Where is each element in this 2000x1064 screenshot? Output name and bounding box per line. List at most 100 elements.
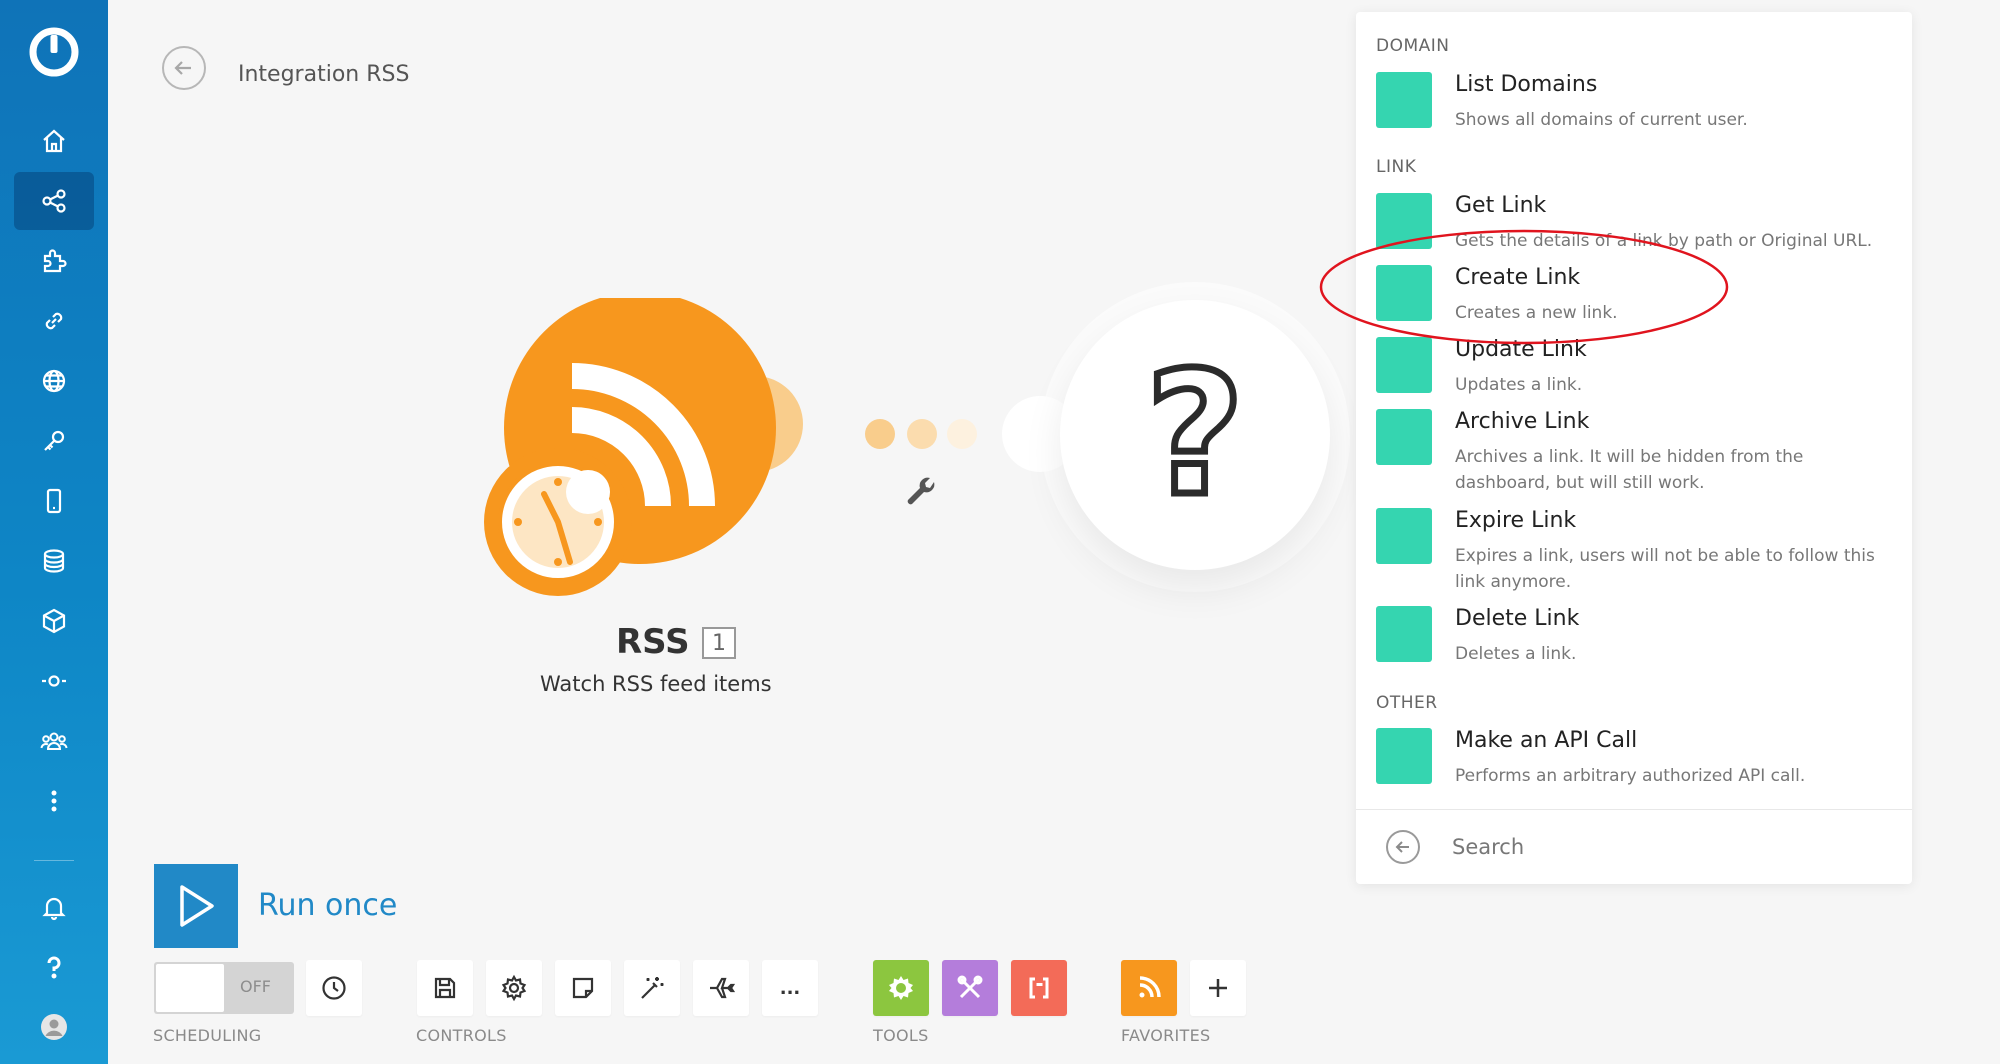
- tools-button[interactable]: [873, 960, 929, 1016]
- panel-footer: [1356, 809, 1912, 884]
- make-logo-icon[interactable]: [28, 26, 80, 78]
- action-title: Delete Link: [1455, 606, 1580, 631]
- airplane-icon: [710, 977, 735, 999]
- bell-icon: [42, 897, 66, 921]
- action-description: Performs an arbitrary authorized API cal…: [1455, 766, 1806, 786]
- node-icon: [42, 675, 66, 687]
- sidebar-item-scenarios[interactable]: [14, 172, 94, 230]
- help-icon: [47, 956, 61, 979]
- app-icon: [1376, 72, 1432, 128]
- sidebar: [0, 0, 108, 1064]
- sidebar-item-profile[interactable]: [14, 998, 94, 1056]
- save-button[interactable]: [417, 960, 473, 1016]
- action-title: Archive Link: [1455, 409, 1590, 434]
- explain-flow-button[interactable]: [693, 960, 749, 1016]
- run-once-button[interactable]: [154, 864, 238, 948]
- auto-align-button[interactable]: [624, 960, 680, 1016]
- action-description: Deletes a link.: [1455, 644, 1577, 664]
- sidebar-item-data-stores[interactable]: [14, 532, 94, 590]
- action-get-link[interactable]: Get Link Gets the details of a link by p…: [1376, 193, 1896, 263]
- app-icon: [1376, 193, 1432, 249]
- sidebar-item-team[interactable]: [14, 712, 94, 770]
- favorite-rss-button[interactable]: [1121, 960, 1177, 1016]
- action-create-link[interactable]: Create Link Creates a new link.: [1376, 265, 1896, 335]
- brackets-icon: [1029, 977, 1049, 999]
- group-header-domain: DOMAIN: [1376, 36, 1450, 56]
- settings-button[interactable]: [486, 960, 542, 1016]
- action-list-domains[interactable]: List Domains Shows all domains of curren…: [1376, 72, 1896, 142]
- action-expire-link[interactable]: Expire Link Expires a link, users will n…: [1376, 508, 1896, 600]
- more-vertical-icon: [51, 790, 57, 812]
- arrow-left-icon: [1395, 841, 1409, 853]
- sidebar-item-help[interactable]: [14, 938, 94, 996]
- text-parser-button[interactable]: [1011, 960, 1067, 1016]
- key-icon: [44, 430, 65, 451]
- action-description: Archives a link. It will be hidden from …: [1455, 447, 1804, 493]
- magic-wand-icon: [641, 977, 664, 999]
- globe-icon: [42, 369, 66, 393]
- action-title: Create Link: [1455, 265, 1581, 290]
- action-description: Gets the details of a link by path or Or…: [1455, 231, 1873, 251]
- section-label-controls: CONTROLS: [416, 1026, 507, 1045]
- rss-module[interactable]: [484, 298, 804, 598]
- wrench-icon[interactable]: [904, 476, 938, 510]
- team-icon: [40, 732, 68, 750]
- plus-icon: [1209, 979, 1227, 997]
- sidebar-item-more[interactable]: [14, 772, 94, 830]
- section-label-favorites: FAVORITES: [1121, 1026, 1211, 1045]
- home-icon: [43, 129, 65, 153]
- connections-icon: [45, 312, 63, 330]
- action-archive-link[interactable]: Archive Link Archives a link. It will be…: [1376, 409, 1896, 501]
- clock-icon: [322, 976, 346, 1000]
- sidebar-item-home[interactable]: [14, 112, 94, 170]
- sidebar-item-devices[interactable]: [14, 472, 94, 530]
- action-description: Expires a link, users will not be able t…: [1455, 546, 1875, 592]
- app-icon: [1376, 265, 1432, 321]
- avatar-icon: [41, 1014, 67, 1040]
- section-label-scheduling: SCHEDULING: [153, 1026, 262, 1045]
- app-icon: [1376, 606, 1432, 662]
- rss-icon: [1139, 976, 1161, 998]
- toggle-state: OFF: [240, 977, 271, 996]
- action-description: Updates a link.: [1455, 375, 1583, 395]
- add-favorite-button[interactable]: [1190, 960, 1246, 1016]
- apps-icon: [43, 249, 67, 273]
- more-controls-button[interactable]: ...: [762, 960, 818, 1016]
- schedule-settings-button[interactable]: [306, 960, 362, 1016]
- action-title: List Domains: [1455, 72, 1598, 97]
- module-number-badge: 1: [702, 627, 736, 659]
- sidebar-item-flow[interactable]: [14, 652, 94, 710]
- action-delete-link[interactable]: Delete Link Deletes a link.: [1376, 606, 1896, 676]
- sidebar-item-notifications[interactable]: [14, 878, 94, 936]
- back-button[interactable]: [162, 46, 206, 90]
- search-input[interactable]: [1452, 826, 1872, 868]
- action-update-link[interactable]: Update Link Updates a link.: [1376, 337, 1896, 407]
- module-name: RSS: [616, 622, 690, 662]
- arrow-left-icon: [174, 61, 191, 75]
- crossed-tools-icon: [957, 975, 983, 999]
- sidebar-item-data-structures[interactable]: [14, 592, 94, 650]
- flow-control-button[interactable]: [942, 960, 998, 1016]
- section-label-tools: TOOLS: [873, 1026, 929, 1045]
- toggle-knob: [156, 964, 224, 1012]
- group-header-link: LINK: [1376, 157, 1417, 177]
- notes-button[interactable]: [555, 960, 611, 1016]
- route-connector[interactable]: [792, 388, 982, 508]
- panel-back-button[interactable]: [1386, 830, 1420, 864]
- save-icon: [434, 977, 456, 999]
- scheduling-toggle[interactable]: OFF: [154, 962, 294, 1014]
- question-mark-icon: ?: [1142, 336, 1248, 534]
- note-icon: [572, 977, 594, 999]
- action-title: Expire Link: [1455, 508, 1577, 533]
- sidebar-item-keys[interactable]: [14, 412, 94, 470]
- run-once-label[interactable]: Run once: [258, 888, 397, 923]
- app-icon: [1376, 337, 1432, 393]
- action-make-api-call[interactable]: Make an API Call Performs an arbitrary a…: [1376, 728, 1896, 798]
- sidebar-item-connections[interactable]: [14, 292, 94, 350]
- empty-module[interactable]: ?: [1060, 300, 1330, 570]
- action-description: Creates a new link.: [1455, 303, 1618, 323]
- scenarios-icon: [42, 189, 66, 213]
- sidebar-item-webhooks[interactable]: [14, 352, 94, 410]
- sidebar-item-apps[interactable]: [14, 232, 94, 290]
- sidebar-divider: [34, 860, 74, 861]
